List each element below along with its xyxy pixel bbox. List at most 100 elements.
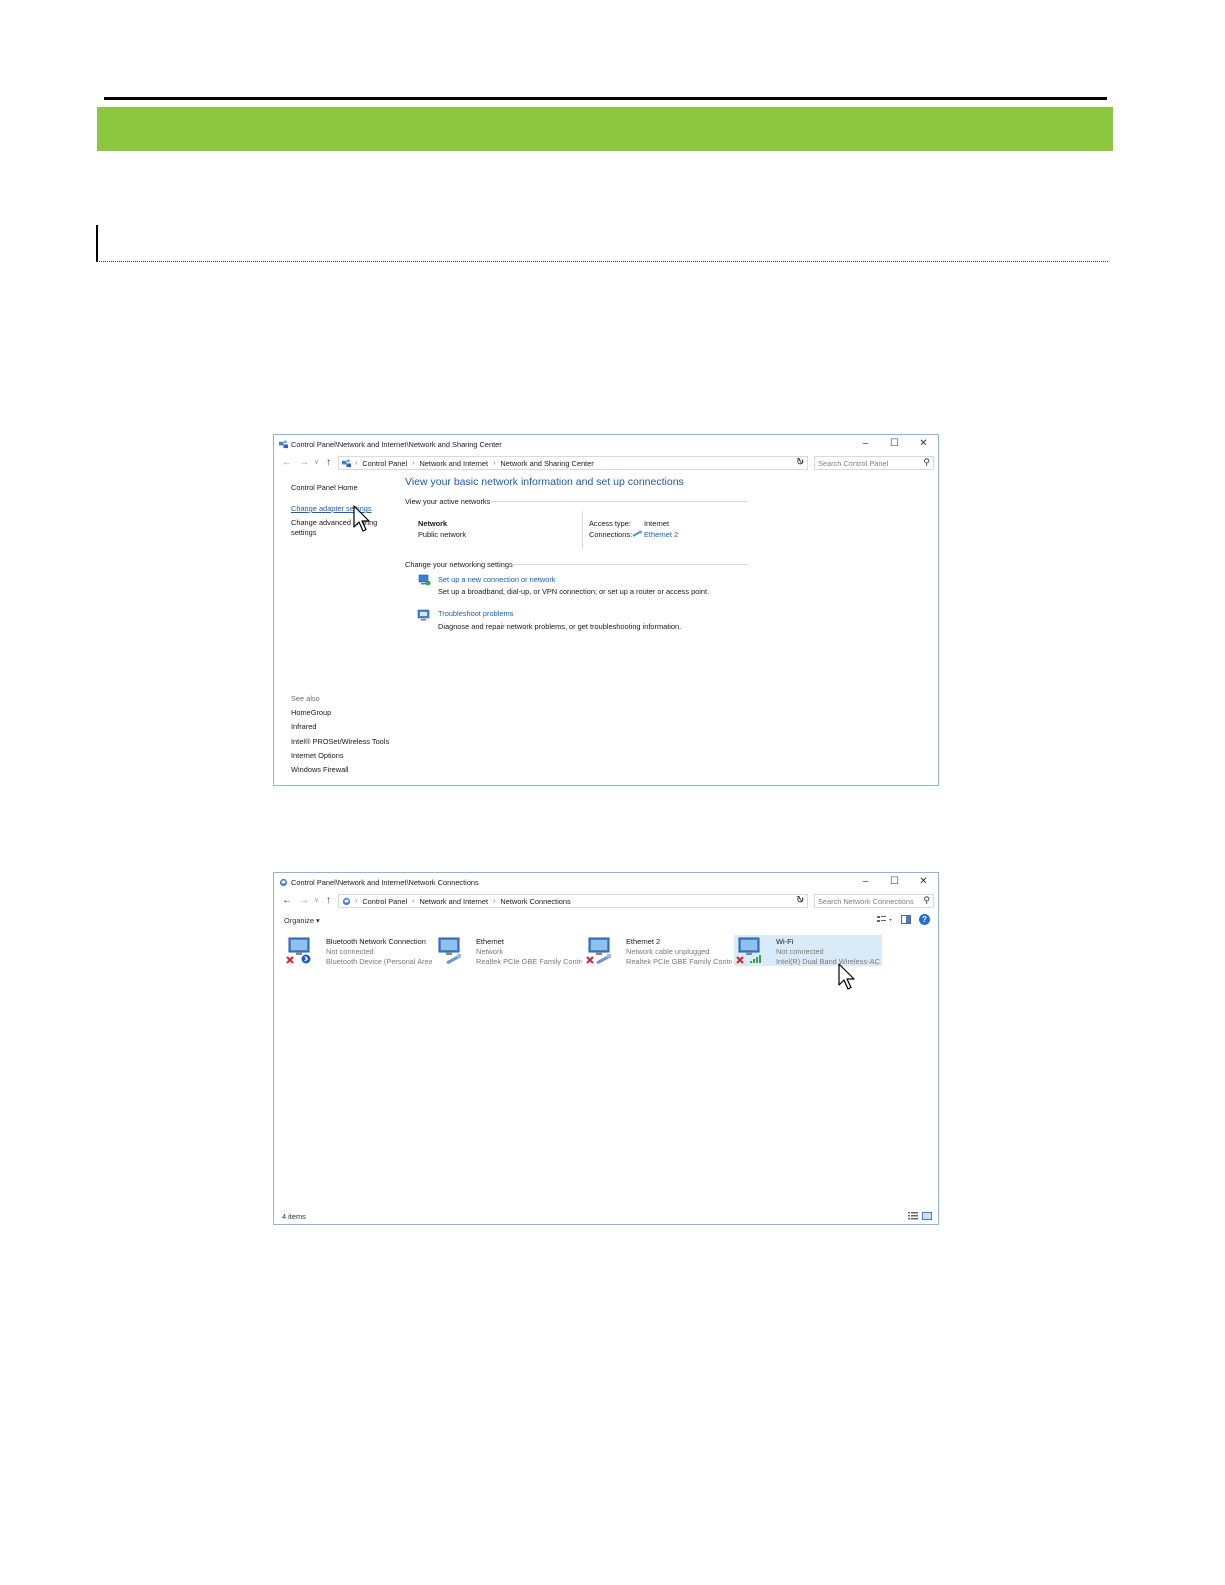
chevron-right-icon: ›: [493, 460, 496, 467]
minimize-button[interactable]: –: [851, 435, 880, 453]
adapter-name: Ethernet 2: [626, 937, 661, 946]
details-view-icon[interactable]: [908, 1212, 918, 1220]
refresh-icon[interactable]: ↻: [796, 456, 804, 469]
help-icon[interactable]: ?: [919, 914, 930, 925]
title-bar: Control Panel\Network and Internet\Netwo…: [274, 435, 938, 453]
setup-connection-link[interactable]: Set up a new connection or network: [438, 575, 556, 584]
adapter-name: Ethernet: [476, 937, 504, 946]
top-rule: [104, 97, 1107, 100]
breadcrumb-item[interactable]: Control Panel: [362, 897, 407, 906]
maximize-button[interactable]: ☐: [880, 873, 909, 891]
network-connections-window: Control Panel\Network and Internet\Netwo…: [273, 872, 939, 1225]
breadcrumb-item[interactable]: Network Connections: [500, 897, 570, 906]
troubleshoot-icon: [417, 609, 430, 621]
window-title: Control Panel\Network and Internet\Netwo…: [291, 878, 479, 887]
chevron-right-icon: ›: [493, 898, 496, 905]
close-button[interactable]: ✕: [909, 435, 938, 453]
chevron-right-icon: ›: [412, 898, 415, 905]
forward-arrow-icon[interactable]: →: [299, 894, 309, 908]
item-count: 4 items: [282, 1212, 306, 1221]
internet-options-link[interactable]: Internet Options: [291, 751, 344, 760]
network-adapter-icon: [438, 937, 461, 964]
minimize-button[interactable]: –: [851, 873, 880, 891]
change-settings-heading: Change your networking settings: [405, 560, 513, 569]
search-input[interactable]: Search Network Connections ⚲: [814, 894, 934, 908]
address-box[interactable]: › Control Panel › Network and Internet ›…: [338, 894, 808, 908]
troubleshoot-link[interactable]: Troubleshoot problems: [438, 609, 513, 618]
breadcrumb: › Control Panel › Network and Internet ›…: [355, 459, 594, 468]
adapter-status: Not connected: [326, 947, 374, 956]
search-placeholder: Search Control Panel: [818, 459, 889, 468]
search-input[interactable]: Search Control Panel ⚲: [814, 456, 934, 470]
adapter-wifi[interactable]: Wi-Fi Not connected Intel(R) Dual Band W…: [734, 935, 882, 966]
forward-arrow-icon[interactable]: →: [299, 456, 309, 470]
up-arrow-icon[interactable]: ↑: [326, 456, 331, 470]
adapter-bluetooth[interactable]: Bluetooth Network Connection Not connect…: [284, 935, 432, 966]
infrared-link[interactable]: Infrared: [291, 722, 316, 731]
breadcrumb-item[interactable]: Network and Internet: [419, 459, 488, 468]
network-adapter-icon: [286, 937, 311, 964]
network-connections-icon: [279, 878, 288, 887]
recent-locations-icon[interactable]: ∨: [314, 894, 319, 908]
network-adapter-icon: [586, 937, 611, 964]
breadcrumb: › Control Panel › Network and Internet ›…: [355, 897, 571, 906]
breadcrumb-item[interactable]: Control Panel: [362, 459, 407, 468]
recent-locations-icon[interactable]: ∨: [314, 456, 319, 470]
troubleshoot-description: Diagnose and repair network problems, or…: [438, 622, 682, 631]
divider: [582, 511, 583, 549]
control-panel-icon: [342, 459, 351, 468]
title-bar: Control Panel\Network and Internet\Netwo…: [274, 873, 938, 891]
breadcrumb-item[interactable]: Network and Internet: [419, 897, 488, 906]
adapter-name: Bluetooth Network Connection: [326, 937, 426, 946]
change-advanced-sharing-link-line2[interactable]: settings: [291, 528, 316, 537]
network-adapter-icon: [736, 937, 761, 964]
adapter-status: Network: [476, 947, 504, 956]
access-type-label: Access type:: [589, 519, 631, 528]
search-icon: ⚲: [923, 895, 930, 905]
section-header-band: [97, 107, 1113, 151]
organize-menu-button[interactable]: Organize ▾: [284, 916, 320, 925]
chevron-right-icon: ›: [355, 460, 358, 467]
preview-pane-icon[interactable]: [901, 915, 911, 924]
adapter-status: Not connected: [776, 947, 824, 956]
refresh-icon[interactable]: ↻: [796, 894, 804, 907]
adapter-device: Realtek PCIe GBE Family Controller: [476, 957, 582, 966]
ethernet-2-link[interactable]: Ethernet 2: [644, 530, 678, 539]
close-button[interactable]: ✕: [909, 873, 938, 891]
see-also-label: See also: [291, 694, 320, 703]
chevron-right-icon: ›: [412, 460, 415, 467]
access-type-value: Internet: [644, 519, 670, 528]
maximize-button[interactable]: ☐: [880, 435, 909, 453]
ethernet-cable-icon: [632, 530, 642, 537]
control-panel-icon: [279, 440, 288, 449]
adapter-ethernet[interactable]: Ethernet Network Realtek PCIe GBE Family…: [434, 935, 582, 966]
network-name: Network: [418, 519, 448, 528]
windows-firewall-link[interactable]: Windows Firewall: [291, 765, 349, 774]
up-arrow-icon[interactable]: ↑: [326, 894, 331, 908]
adapter-ethernet-2[interactable]: Ethernet 2 Network cable unplugged Realt…: [584, 935, 732, 966]
command-bar: Organize ▾ ?: [274, 913, 938, 929]
address-bar-row: ← → ∨ ↑ › Control Panel › Network and In…: [274, 455, 938, 471]
control-panel-home-link[interactable]: Control Panel Home: [291, 483, 358, 492]
address-bar-row: ← → ∨ ↑ › Control Panel › Network and In…: [274, 893, 938, 909]
network-type-link[interactable]: Public network: [418, 530, 466, 539]
change-view-icon[interactable]: [877, 915, 893, 925]
adapter-device: Realtek PCIe GBE Family Controlle...: [626, 957, 732, 966]
chevron-right-icon: ›: [355, 898, 358, 905]
adapter-name: Wi-Fi: [776, 937, 794, 946]
adapter-device: Intel(R) Dual Band Wireless-AC 31...: [776, 957, 882, 966]
network-sharing-center-window: Control Panel\Network and Internet\Netwo…: [273, 434, 939, 786]
network-connections-icon: [342, 897, 351, 906]
large-icons-view-icon[interactable]: [922, 1212, 932, 1220]
adapter-status: Network cable unplugged: [626, 947, 710, 956]
breadcrumb-item[interactable]: Network and Sharing Center: [500, 459, 593, 468]
intel-proset-link[interactable]: Intel® PROSet/Wireless Tools: [291, 737, 389, 746]
homegroup-link[interactable]: HomeGroup: [291, 708, 331, 717]
back-arrow-icon[interactable]: ←: [282, 456, 292, 470]
page-title: View your basic network information and …: [405, 476, 684, 488]
back-arrow-icon[interactable]: ←: [282, 894, 292, 908]
new-connection-icon: [418, 574, 431, 586]
divider: [491, 501, 748, 502]
address-box[interactable]: › Control Panel › Network and Internet ›…: [338, 456, 808, 470]
adapter-device: Bluetooth Device (Personal Area ...: [326, 957, 432, 966]
